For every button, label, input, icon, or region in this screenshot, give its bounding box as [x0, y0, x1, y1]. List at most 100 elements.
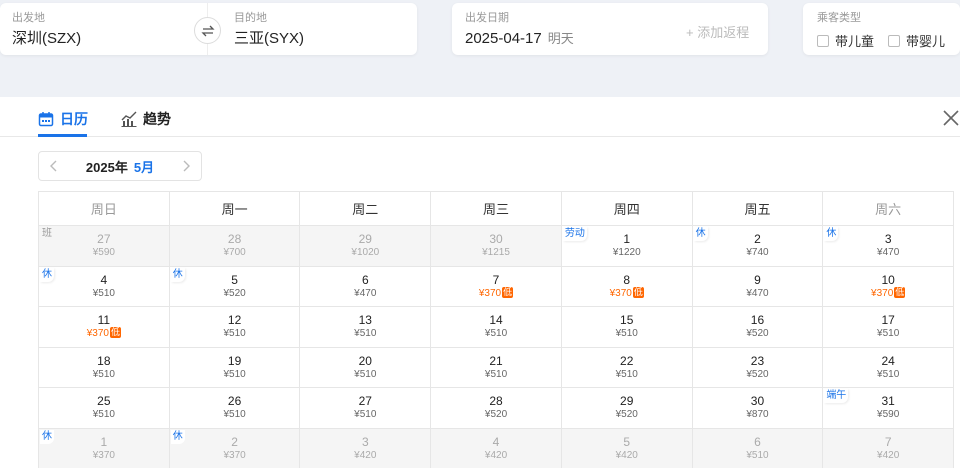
- calendar-day-cell[interactable]: 28 ¥700: [169, 226, 301, 267]
- price-value: ¥510: [484, 368, 508, 380]
- checkbox-box[interactable]: [817, 34, 829, 47]
- day-number: 7: [492, 272, 500, 287]
- active-tab-indicator: [38, 134, 87, 137]
- price-value: ¥370: [92, 449, 115, 461]
- calendar-day-cell[interactable]: 14 ¥510: [431, 307, 562, 348]
- calendar-day-cell[interactable]: 休 5 ¥520: [169, 266, 301, 307]
- calendar-day-cell[interactable]: 7 ¥370 低: [431, 266, 562, 307]
- price-value: ¥590: [92, 247, 115, 258]
- day-number: 4: [492, 434, 500, 449]
- calendar-day-cell[interactable]: 11 ¥370 低: [39, 307, 170, 348]
- holiday-badge: 休: [693, 227, 708, 241]
- close-icon[interactable]: [940, 107, 960, 129]
- prev-month-button[interactable]: [39, 152, 69, 180]
- day-price: ¥510: [823, 327, 953, 341]
- day-price: ¥590: [39, 246, 169, 260]
- calendar-day-cell[interactable]: 23 ¥520: [692, 347, 824, 388]
- tab-calendar-label: 日历: [60, 111, 88, 127]
- add-return-button[interactable]: + 添加返程: [686, 22, 749, 41]
- calendar-day-cell[interactable]: 28 ¥520: [431, 388, 562, 429]
- calendar-day-cell[interactable]: 班 27 ¥590: [39, 226, 170, 267]
- next-month-button[interactable]: [171, 152, 201, 180]
- tab-calendar[interactable]: 日历: [38, 109, 88, 129]
- calendar-day-cell[interactable]: 24 ¥510: [823, 347, 955, 388]
- tab-trend[interactable]: 趋势: [121, 109, 171, 129]
- destination-label: 目的地: [234, 12, 267, 24]
- price-value: ¥520: [746, 368, 769, 380]
- price-value: ¥420: [484, 449, 508, 461]
- day-number: 3: [361, 434, 369, 449]
- with-infant-checkbox[interactable]: 带婴儿: [888, 31, 945, 50]
- with-child-checkbox[interactable]: 带儿童: [817, 31, 874, 50]
- calendar-day-cell[interactable]: 16 ¥520: [692, 307, 824, 348]
- price-value: ¥510: [92, 409, 115, 420]
- destination-value[interactable]: 三亚(SYX): [234, 29, 304, 49]
- price-value: ¥520: [615, 409, 638, 420]
- calendar-day-cell[interactable]: 休 4 ¥510: [39, 266, 170, 307]
- calendar-day-cell[interactable]: 9 ¥470: [692, 266, 824, 307]
- calendar-day-cell[interactable]: 26 ¥510: [169, 388, 301, 429]
- swap-button[interactable]: [194, 17, 221, 44]
- origin-value[interactable]: 深圳(SZX): [12, 29, 81, 49]
- calendar-day-cell[interactable]: 21 ¥510: [431, 347, 562, 388]
- price-value: ¥590: [877, 409, 900, 420]
- day-price: ¥520: [693, 368, 823, 382]
- calendar-day-cell[interactable]: 13 ¥510: [300, 307, 432, 348]
- calendar-day-cell[interactable]: 15 ¥510: [561, 307, 693, 348]
- holiday-badge: 休: [824, 227, 839, 241]
- day-price: ¥370 低: [823, 286, 953, 301]
- weekday-header: 周二: [300, 192, 432, 226]
- calendar-day-cell[interactable]: 17 ¥510: [823, 307, 955, 348]
- day-number: 7: [884, 434, 892, 449]
- weekday-header: 周四: [561, 192, 693, 226]
- day-number: 2: [231, 434, 238, 449]
- calendar-day-cell[interactable]: 18 ¥510: [39, 347, 170, 388]
- calendar-day-cell[interactable]: 3 ¥420: [300, 428, 432, 468]
- calendar-day-cell[interactable]: 12 ¥510: [169, 307, 301, 348]
- calendar-day-cell[interactable]: 劳动 1 ¥1220: [561, 226, 693, 267]
- day-price: ¥520: [562, 408, 692, 422]
- price-value: ¥510: [484, 328, 508, 339]
- calendar-day-cell[interactable]: 休 2 ¥370: [169, 428, 301, 468]
- calendar-day-cell[interactable]: 端午 31 ¥590: [823, 388, 955, 429]
- day-price: ¥1220: [562, 246, 692, 260]
- calendar-day-cell[interactable]: 30 ¥870: [692, 388, 824, 429]
- calendar-day-cell[interactable]: 8 ¥370 低: [561, 266, 693, 307]
- calendar-day-cell[interactable]: 5 ¥420: [561, 428, 693, 468]
- tab-trend-label: 趋势: [143, 111, 171, 127]
- calendar-day-cell[interactable]: 休 1 ¥370: [39, 428, 170, 468]
- calendar-day-cell[interactable]: 22 ¥510: [561, 347, 693, 388]
- calendar-day-cell[interactable]: 休 3 ¥470: [823, 226, 955, 267]
- with-infant-label: 带婴儿: [906, 34, 946, 49]
- weekday-header: 周一: [169, 192, 301, 226]
- calendar-day-cell[interactable]: 10 ¥370 低: [823, 266, 955, 307]
- calendar-day-cell[interactable]: 休 2 ¥740: [692, 226, 824, 267]
- calendar-day-cell[interactable]: 29 ¥1020: [300, 226, 432, 267]
- calendar-day-cell[interactable]: 30 ¥1215: [431, 226, 562, 267]
- calendar-day-cell[interactable]: 4 ¥420: [431, 428, 562, 468]
- price-value: ¥370: [86, 328, 109, 339]
- calendar-day-cell[interactable]: 25 ¥510: [39, 388, 170, 429]
- passenger-options: 带儿童 带婴儿: [817, 31, 945, 50]
- checkbox-box[interactable]: [888, 34, 901, 47]
- day-price: ¥520: [693, 327, 823, 341]
- destination-field[interactable]: 目的地 三亚(SYX): [234, 12, 304, 49]
- calendar-day-cell[interactable]: 7 ¥420: [823, 428, 955, 468]
- calendar-day-cell[interactable]: 29 ¥520: [561, 388, 693, 429]
- calendar-day-cell[interactable]: 20 ¥510: [300, 347, 432, 388]
- departure-date-value[interactable]: 2025-04-17 明天: [465, 29, 574, 49]
- day-price: ¥470: [693, 287, 823, 301]
- calendar-day-cell[interactable]: 6 ¥470: [300, 266, 432, 307]
- origin-field[interactable]: 出发地 深圳(SZX): [12, 12, 81, 49]
- day-number: 5: [623, 434, 631, 449]
- price-calendar-grid: 周日 周一 周二 周三 周四 周五 周六 班 27 ¥590 28 ¥700 29 ¥1020 30 ¥12…: [38, 191, 955, 468]
- departure-date-field[interactable]: 出发日期 2025-04-17 明天: [465, 12, 574, 49]
- calendar-day-cell[interactable]: 27 ¥510: [300, 388, 432, 429]
- price-value: ¥420: [354, 449, 377, 461]
- calendar-day-cell[interactable]: 19 ¥510: [169, 347, 301, 388]
- day-price: ¥510: [170, 327, 300, 341]
- holiday-badge: 端午: [824, 389, 849, 403]
- day-number: 10: [881, 272, 895, 287]
- departure-date-relative: 明天: [547, 31, 574, 46]
- calendar-day-cell[interactable]: 6 ¥510: [692, 428, 824, 468]
